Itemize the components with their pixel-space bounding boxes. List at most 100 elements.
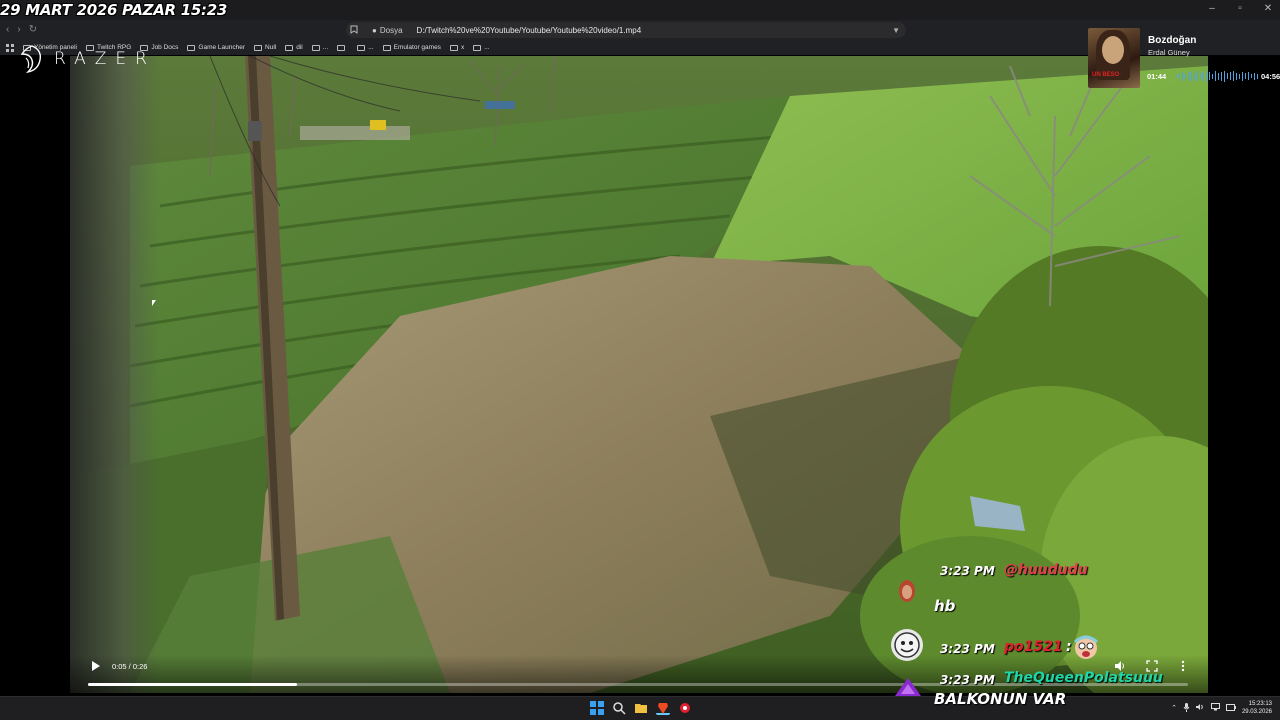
back-icon[interactable]: ‹ bbox=[6, 24, 9, 35]
audio-waveform bbox=[1176, 70, 1258, 82]
waveform-bar bbox=[1233, 71, 1234, 81]
album-tag: UN BESO bbox=[1092, 72, 1120, 78]
waveform-bar bbox=[1197, 71, 1198, 81]
stream-date-overlay: 29 MART 2026 PAZAR 15:23 bbox=[0, 1, 227, 19]
bookmark-item[interactable]: Null bbox=[254, 44, 276, 51]
taskbar-clock[interactable]: 15:23:13 29.03.2026 bbox=[1242, 700, 1272, 716]
system-tray: ⌃ 15:23:13 29.03.2026 bbox=[1171, 700, 1272, 716]
bookmark-item[interactable]: dil bbox=[285, 44, 303, 51]
chat-avatar-2 bbox=[891, 629, 923, 661]
chat-text-1: hb bbox=[934, 597, 956, 615]
waveform-bar bbox=[1203, 71, 1204, 81]
razer-wordmark: RAZER bbox=[54, 49, 156, 69]
waveform-bar bbox=[1218, 72, 1219, 80]
folder-icon bbox=[382, 44, 391, 51]
waveform-bar bbox=[1230, 72, 1231, 80]
reload-icon[interactable]: ↻ bbox=[29, 24, 37, 35]
video-scene bbox=[70, 56, 1208, 693]
waveform-bar bbox=[1206, 70, 1207, 82]
waveform-bar bbox=[1227, 73, 1228, 79]
waveform-bar bbox=[1239, 73, 1240, 79]
microphone-icon[interactable] bbox=[1183, 702, 1190, 714]
waveform-bar bbox=[1242, 71, 1243, 81]
chat-avatar-1 bbox=[893, 576, 921, 610]
razer-logo: RAZER bbox=[18, 44, 156, 74]
restore-button[interactable]: ▫ bbox=[1234, 3, 1246, 14]
song-current-time: 01:44 bbox=[1147, 72, 1167, 81]
bookmark-item[interactable]: x bbox=[449, 44, 464, 51]
folder-icon bbox=[449, 44, 458, 51]
bookmark-icon[interactable] bbox=[350, 25, 364, 36]
chat-user-3: TheQueenPolatsuuu bbox=[1004, 670, 1163, 686]
bookmark-item[interactable]: Emulator games bbox=[382, 44, 441, 51]
waveform-bar bbox=[1212, 73, 1213, 79]
chat-user-1: @huududu bbox=[1004, 562, 1088, 578]
song-artist: Erdal Güney bbox=[1148, 48, 1190, 57]
time-display: 0:05 / 0:26 bbox=[112, 662, 148, 671]
waveform-bar bbox=[1245, 73, 1246, 79]
window-frame-blur bbox=[70, 56, 160, 693]
waveform-bar bbox=[1254, 72, 1255, 80]
bookmark-item[interactable] bbox=[337, 44, 348, 51]
battery-icon[interactable] bbox=[1225, 703, 1236, 713]
volume-tray-icon[interactable] bbox=[1195, 703, 1205, 713]
recording-app-icon[interactable] bbox=[678, 701, 692, 715]
chat-time-1: 3:23 PM bbox=[940, 564, 995, 578]
waveform-bar bbox=[1209, 72, 1210, 80]
waveform-bar bbox=[1194, 72, 1195, 80]
waveform-bar bbox=[1176, 74, 1177, 78]
minimize-button[interactable]: – bbox=[1206, 3, 1218, 14]
brave-browser-icon[interactable] bbox=[656, 701, 670, 715]
folder-icon bbox=[337, 44, 346, 51]
forward-icon[interactable]: › bbox=[17, 24, 20, 35]
close-button[interactable]: ✕ bbox=[1262, 3, 1274, 14]
play-icon[interactable] bbox=[92, 661, 100, 671]
taskbar: ⌃ 15:23:13 29.03.2026 bbox=[0, 696, 1280, 720]
folder-icon bbox=[187, 44, 196, 51]
chat-time-2: 3:23 PM bbox=[940, 642, 995, 656]
screen: 0:05 / 0:26 – ▫ ✕ ‹ › ↻ ● Dosya D:/Twitc… bbox=[0, 0, 1280, 720]
bookmark-label: ... bbox=[368, 44, 374, 51]
info-icon: ● bbox=[372, 25, 377, 35]
windows-start-icon[interactable] bbox=[590, 701, 604, 715]
network-icon[interactable] bbox=[1210, 703, 1220, 713]
apps-grid-icon[interactable] bbox=[6, 43, 14, 52]
bookmark-label: Emulator games bbox=[393, 44, 441, 51]
waveform-bar bbox=[1182, 71, 1183, 81]
bookmark-label: dil bbox=[296, 44, 303, 51]
chat-user-2: po1521 bbox=[1004, 639, 1063, 655]
bookmark-item[interactable]: Game Launcher bbox=[187, 44, 245, 51]
waveform-bar bbox=[1179, 73, 1180, 79]
site-info-label: Dosya bbox=[379, 25, 403, 35]
url-text: D:/Twitch%20ve%20Youtube/Youtube/Youtube… bbox=[416, 25, 642, 35]
waveform-bar bbox=[1215, 71, 1216, 81]
site-info[interactable]: ● Dosya bbox=[372, 26, 403, 35]
folder-icon bbox=[285, 44, 294, 51]
waveform-bar bbox=[1200, 73, 1201, 79]
bookmark-item[interactable]: ... bbox=[311, 44, 328, 51]
file-explorer-icon[interactable] bbox=[634, 701, 648, 715]
tray-chevron-icon[interactable]: ⌃ bbox=[1171, 704, 1177, 712]
progress-fill bbox=[88, 683, 297, 686]
video-frame[interactable] bbox=[70, 56, 1208, 693]
shield-icon[interactable]: ▼ bbox=[892, 26, 900, 35]
more-options-icon[interactable] bbox=[1180, 660, 1186, 675]
bookmark-label: Null bbox=[265, 44, 277, 51]
search-icon[interactable] bbox=[612, 701, 626, 715]
mouse-cursor-icon bbox=[152, 300, 156, 306]
waveform-bar bbox=[1188, 72, 1189, 80]
waveform-bar bbox=[1185, 73, 1186, 79]
bookmark-item[interactable]: ... bbox=[473, 44, 490, 51]
bookmark-label: ... bbox=[484, 44, 490, 51]
bookmark-item[interactable]: ... bbox=[357, 44, 374, 51]
clock-date: 29.03.2026 bbox=[1241, 709, 1272, 715]
song-total-time: 04:56 bbox=[1261, 72, 1280, 81]
album-art: UN BESO bbox=[1088, 28, 1140, 88]
clock-time: 15:23:13 bbox=[1248, 701, 1272, 707]
razer-snake-icon bbox=[20, 45, 42, 74]
folder-icon bbox=[311, 44, 320, 51]
waveform-bar bbox=[1236, 72, 1237, 80]
waveform-bar bbox=[1248, 72, 1249, 80]
url-field[interactable]: ● Dosya D:/Twitch%20ve%20Youtube/Youtube… bbox=[346, 22, 906, 38]
chat-colon-2: : bbox=[1066, 639, 1072, 655]
